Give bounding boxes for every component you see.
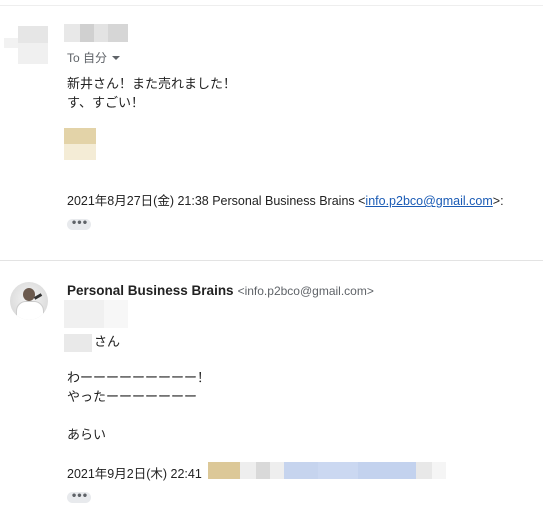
show-trimmed-content-button[interactable]: ••• — [67, 492, 91, 503]
redacted-sender-name — [64, 24, 128, 42]
sender-header: Personal Business Brains <info.p2bco@gmai… — [67, 283, 374, 298]
message-body: わーーーーーーーーー！ やったーーーーーーー — [67, 369, 210, 407]
message-divider — [0, 260, 543, 261]
microphone-icon — [33, 293, 43, 300]
message-body: 新井さん！また売れました！ す、すごい！ — [67, 75, 236, 113]
recipient-dropdown[interactable]: To 自分 — [67, 49, 121, 66]
quote-header-suffix: >: — [492, 194, 504, 208]
redacted-signature-image — [64, 128, 96, 160]
quote-header-text: 2021年8月27日(金) 21:38 Personal Business Br… — [67, 194, 366, 208]
recipient-label: To 自分 — [67, 51, 108, 65]
redacted-avatar — [4, 26, 48, 64]
redacted-greeting — [64, 300, 128, 328]
avatar-head-shape — [23, 288, 35, 301]
redacted-quote-sender — [208, 462, 446, 479]
sender-email-link[interactable]: info.p2bco@gmail.com — [365, 194, 492, 208]
message-2[interactable]: Personal Business Brains <info.p2bco@gmai… — [0, 262, 543, 514]
quoted-message-header: 2021年8月27日(金) 21:38 Personal Business Br… — [67, 190, 504, 209]
show-trimmed-content-button[interactable]: ••• — [67, 219, 91, 230]
sender-avatar[interactable] — [10, 282, 48, 320]
sender-email: <info.p2bco@gmail.com> — [237, 284, 374, 298]
body-line: やったーーーーーーー — [67, 390, 198, 405]
chevron-down-icon[interactable] — [112, 56, 121, 60]
email-thread: To 自分 新井さん！また売れました！ す、すごい！ 2021年8月27日(金)… — [0, 0, 543, 514]
body-line: す、すごい！ — [67, 96, 144, 111]
body-line: わーーーーーーーーー！ — [67, 371, 211, 386]
body-line: 新井さん！また売れました！ — [67, 77, 237, 92]
closing-text: あらい — [67, 428, 107, 443]
redacted-recipient-name — [64, 334, 92, 352]
quoted-date-line: 2021年9月2日(木) 22:41 — [67, 467, 202, 481]
avatar-body-shape — [16, 301, 44, 320]
greeting-suffix: さん — [94, 335, 121, 350]
sender-name[interactable]: Personal Business Brains — [67, 283, 234, 298]
message-1[interactable]: To 自分 新井さん！また売れました！ す、すごい！ 2021年8月27日(金)… — [0, 6, 543, 260]
